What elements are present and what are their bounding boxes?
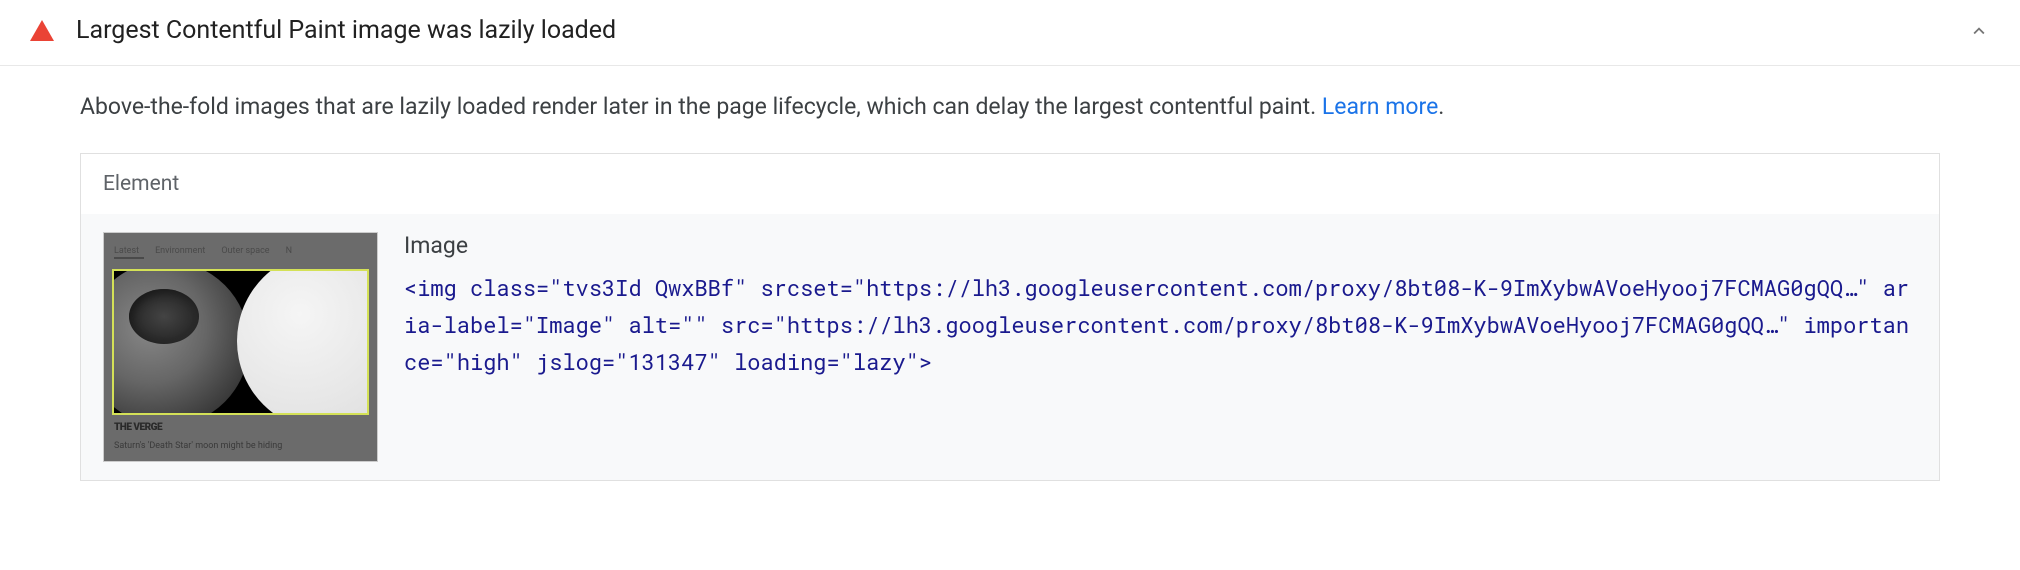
chevron-up-icon [1968, 20, 1990, 42]
warning-triangle-icon [30, 20, 54, 41]
audit-description: Above-the-fold images that are lazily lo… [80, 90, 1940, 125]
moon-graphic-left [112, 269, 249, 415]
thumbnail-caption: Saturn's 'Death Star' moon might be hidi… [114, 441, 282, 451]
table-row: Latest Environment Outer space N THE VER… [81, 214, 1939, 480]
thumbnail-image-highlight [112, 269, 369, 415]
thumbnail-nav: Latest Environment Outer space N [104, 233, 377, 263]
description-period: . [1438, 93, 1444, 120]
element-label: Image [404, 232, 1917, 259]
audit-body: Above-the-fold images that are lazily lo… [0, 66, 2020, 501]
element-thumbnail: Latest Environment Outer space N THE VER… [103, 232, 378, 462]
thumbnail-brand: THE VERGE [114, 422, 162, 433]
thumb-underline [114, 257, 144, 259]
description-text: Above-the-fold images that are lazily lo… [80, 93, 1322, 120]
thumb-nav-item: N [286, 246, 292, 256]
moon-graphic-right [237, 269, 369, 415]
thumb-nav-item: Latest [114, 246, 139, 256]
thumb-nav-item: Outer space [221, 246, 269, 256]
crater-graphic [129, 289, 199, 344]
table-header-element: Element [81, 154, 1939, 214]
element-code-snippet: <img class="tvs3Id QwxBBf" srcset="https… [404, 269, 1917, 381]
learn-more-link[interactable]: Learn more [1322, 93, 1438, 120]
audit-header[interactable]: Largest Contentful Paint image was lazil… [0, 0, 2020, 66]
element-table: Element Latest Environment Outer space N… [80, 153, 1940, 481]
element-detail: Image <img class="tvs3Id QwxBBf" srcset=… [404, 232, 1917, 381]
audit-title: Largest Contentful Paint image was lazil… [76, 16, 1968, 45]
thumb-nav-item: Environment [155, 246, 205, 256]
